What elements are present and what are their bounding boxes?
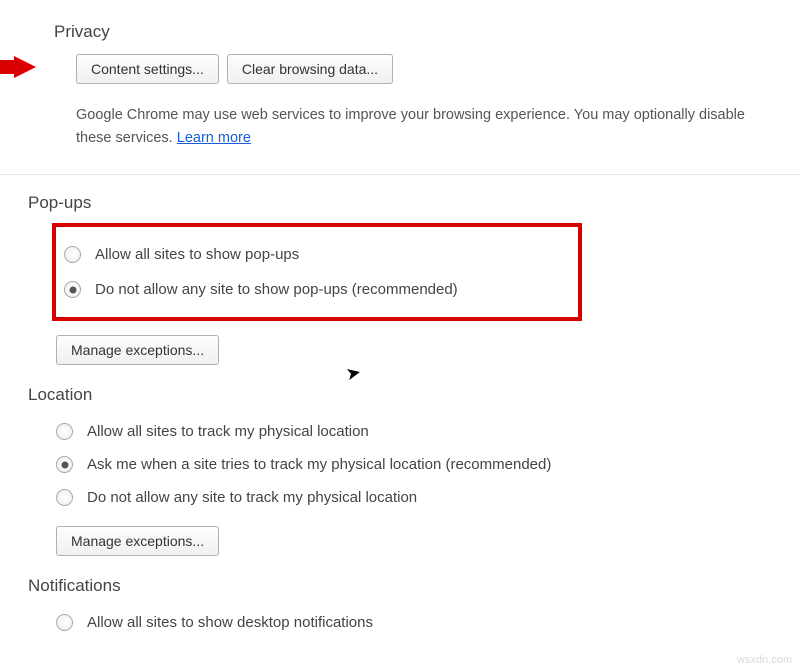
manage-exceptions-button[interactable]: Manage exceptions... xyxy=(56,526,219,556)
notifications-options: Allow all sites to show desktop notifica… xyxy=(56,606,800,639)
location-ask-row[interactable]: Ask me when a site tries to track my phy… xyxy=(56,448,800,481)
radio-icon[interactable] xyxy=(56,614,73,631)
popups-section: Pop-ups Allow all sites to show pop-ups … xyxy=(0,174,800,639)
privacy-button-row: Content settings... Clear browsing data.… xyxy=(76,54,800,84)
popups-block-label: Do not allow any site to show pop-ups (r… xyxy=(95,281,458,298)
annotation-arrow xyxy=(14,56,36,78)
popups-title: Pop-ups xyxy=(28,193,800,213)
radio-icon[interactable] xyxy=(64,281,81,298)
notifications-allow-row[interactable]: Allow all sites to show desktop notifica… xyxy=(56,606,800,639)
radio-icon[interactable] xyxy=(56,489,73,506)
popups-allow-row[interactable]: Allow all sites to show pop-ups xyxy=(64,237,570,272)
popups-manage-row: Manage exceptions... xyxy=(56,335,800,365)
location-ask-label: Ask me when a site tries to track my phy… xyxy=(87,456,551,473)
notifications-title: Notifications xyxy=(28,576,800,596)
location-block-row[interactable]: Do not allow any site to track my physic… xyxy=(56,481,800,514)
radio-icon[interactable] xyxy=(56,456,73,473)
clear-browsing-data-button[interactable]: Clear browsing data... xyxy=(227,54,393,84)
privacy-section: Privacy Content settings... Clear browsi… xyxy=(0,0,800,174)
content-settings-button[interactable]: Content settings... xyxy=(76,54,219,84)
location-title: Location xyxy=(28,385,800,405)
manage-exceptions-button[interactable]: Manage exceptions... xyxy=(56,335,219,365)
learn-more-link[interactable]: Learn more xyxy=(177,130,251,146)
location-manage-row: Manage exceptions... xyxy=(56,526,800,556)
privacy-description: Google Chrome may use web services to im… xyxy=(76,104,776,150)
privacy-title: Privacy xyxy=(54,22,800,42)
popups-allow-label: Allow all sites to show pop-ups xyxy=(95,246,299,263)
location-block-label: Do not allow any site to track my physic… xyxy=(87,489,417,506)
radio-icon[interactable] xyxy=(56,423,73,440)
popups-highlight: Allow all sites to show pop-ups Do not a… xyxy=(52,223,582,321)
notifications-allow-label: Allow all sites to show desktop notifica… xyxy=(87,614,373,631)
location-options: Allow all sites to track my physical loc… xyxy=(56,415,800,514)
watermark-text: wsxdn.com xyxy=(737,654,792,666)
popups-block-row[interactable]: Do not allow any site to show pop-ups (r… xyxy=(64,272,570,307)
radio-icon[interactable] xyxy=(64,246,81,263)
location-allow-label: Allow all sites to track my physical loc… xyxy=(87,423,369,440)
location-allow-row[interactable]: Allow all sites to track my physical loc… xyxy=(56,415,800,448)
